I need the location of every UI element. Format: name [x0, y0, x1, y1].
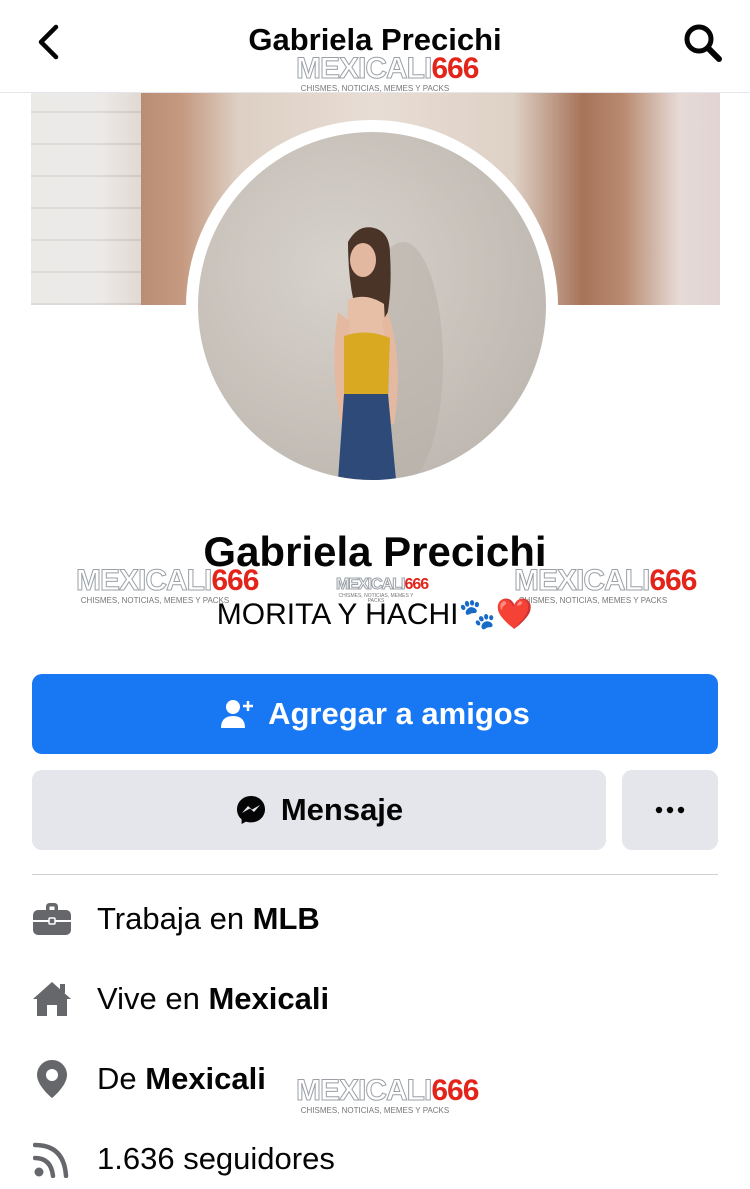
add-friend-label: Agregar a amigos: [268, 696, 530, 731]
work-prefix: Trabaja en: [97, 901, 253, 936]
work-value[interactable]: MLB: [253, 901, 320, 936]
section-divider: [32, 874, 718, 875]
messenger-icon: [236, 796, 265, 824]
cover-wall-texture: [31, 93, 141, 305]
home-icon: [33, 982, 71, 1016]
followers-count: 1.636 seguidores: [97, 1141, 335, 1176]
info-row-lives: Vive en Mexicali: [32, 969, 722, 1029]
search-icon: [684, 24, 722, 62]
bio-emoji: 🐾❤️: [458, 598, 534, 631]
more-dots-icon: [655, 806, 685, 814]
add-friend-icon: [221, 700, 254, 728]
info-row-followers[interactable]: 1.636 seguidores: [32, 1129, 722, 1189]
profile-name: Gabriela Precichi: [203, 528, 547, 575]
profile-bio: MORITA Y HACHI🐾❤️: [0, 597, 750, 632]
page-title: Gabriela Precichi: [248, 22, 502, 57]
location-pin-icon: [37, 1060, 67, 1098]
from-value[interactable]: Mexicali: [145, 1061, 266, 1096]
profile-avatar[interactable]: [198, 132, 546, 480]
briefcase-icon: [33, 903, 71, 935]
message-button[interactable]: Mensaje: [32, 770, 606, 850]
search-button[interactable]: [680, 20, 726, 66]
add-friend-button[interactable]: Agregar a amigos: [32, 674, 718, 754]
more-options-button[interactable]: [622, 770, 718, 850]
top-bar: Gabriela Precichi: [0, 0, 750, 93]
message-label: Mensaje: [280, 792, 404, 827]
bio-text: MORITA Y HACHI: [216, 598, 459, 631]
lives-value[interactable]: Mexicali: [208, 981, 329, 1016]
rss-followers-icon: [33, 1142, 69, 1178]
info-row-from: De Mexicali: [32, 1049, 722, 1109]
info-row-work: Trabaja en MLB: [32, 889, 722, 949]
from-prefix: De: [97, 1061, 146, 1096]
lives-prefix: Vive en: [97, 981, 209, 1016]
profile-photo-figure: [334, 227, 443, 480]
